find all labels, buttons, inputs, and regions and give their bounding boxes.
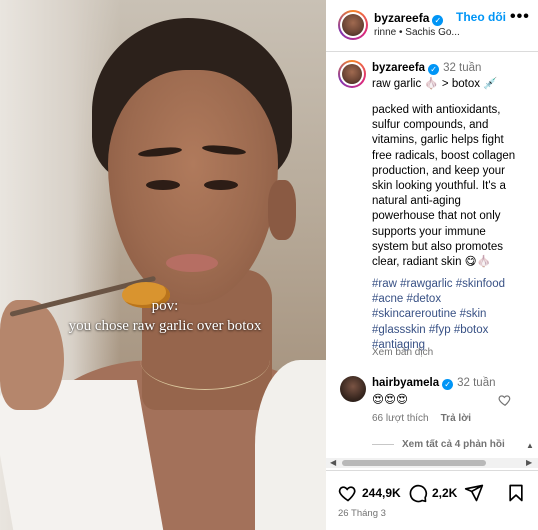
caption-time: 32 tuần — [443, 62, 482, 74]
more-options-icon[interactable]: ••• — [510, 8, 530, 26]
action-bar: 244,9K 2,2K 26 Tháng 3 — [326, 470, 538, 530]
post-header: byzareefa ✓ Theo dõi ••• rinne • Sachis G… — [326, 0, 538, 52]
audio-subtitle[interactable]: rinne • Sachis Go... — [374, 27, 474, 38]
translate-link[interactable]: Xem bản dịch — [372, 347, 433, 358]
video-caption-line-2: you chose raw garlic over botox — [68, 318, 262, 334]
horizontal-scrollbar[interactable]: ◀ ▶ — [326, 458, 538, 468]
hashtag-link[interactable]: #detox — [407, 293, 442, 305]
author-avatar[interactable] — [338, 10, 368, 40]
caption-description: packed with antioxidants, sulfur compoun… — [372, 104, 516, 269]
comment-likes[interactable]: 66 lượt thích — [372, 413, 429, 424]
send-icon — [464, 484, 484, 502]
ear-shape — [268, 180, 296, 240]
bookmark-icon — [509, 484, 523, 502]
likes-count[interactable]: 244,9K — [362, 486, 401, 500]
hashtag-link[interactable]: #glassskin — [372, 324, 426, 336]
comment-meta: 66 lượt thích Trả lời — [372, 413, 471, 424]
scroll-arrow-icon[interactable]: ▲ — [526, 441, 534, 450]
hashtag-link[interactable]: #skin — [460, 308, 487, 320]
scroll-left-icon[interactable]: ◀ — [330, 458, 336, 468]
view-replies-link[interactable]: Xem tất cả 4 phản hồi — [372, 439, 505, 450]
verified-icon: ✓ — [442, 379, 454, 390]
caption-title: raw garlic 🧄 > botox 💉 — [372, 78, 498, 90]
comment-button[interactable]: 2,2K — [408, 483, 457, 503]
like-button[interactable]: 244,9K — [338, 483, 401, 503]
lips — [166, 254, 218, 272]
hashtag-link[interactable]: #fyp — [429, 324, 451, 336]
necklace — [140, 330, 270, 390]
comments-area[interactable]: byzareefa ✓ 32 tuần raw garlic 🧄 > botox 💉… — [326, 53, 538, 458]
follow-button[interactable]: Theo dõi — [456, 10, 506, 24]
caption-avatar[interactable] — [338, 60, 366, 88]
verified-icon: ✓ — [432, 15, 444, 26]
commenter-name[interactable]: hairbyamela ✓ 32 tuần — [372, 377, 496, 390]
hashtag-link[interactable]: #rawgarlic — [400, 278, 452, 290]
caption-author[interactable]: byzareefa ✓ 32 tuần — [372, 62, 481, 75]
right-eye — [204, 180, 238, 190]
scrollbar-thumb[interactable] — [342, 460, 486, 466]
author-name[interactable]: byzareefa ✓ — [374, 11, 444, 26]
video-caption-line-1: pov: — [151, 298, 179, 314]
hashtag-link[interactable]: #botox — [454, 324, 489, 336]
hashtag-link[interactable]: #acne — [372, 293, 403, 305]
post-date[interactable]: 26 Tháng 3 — [338, 508, 386, 519]
share-button[interactable] — [464, 483, 484, 503]
heart-icon — [338, 486, 356, 502]
scroll-right-icon[interactable]: ▶ — [526, 458, 532, 468]
verified-icon: ✓ — [428, 64, 440, 75]
save-button[interactable] — [506, 483, 526, 503]
comment-like-icon[interactable] — [498, 393, 512, 407]
hashtag-link[interactable]: #skinfood — [456, 278, 505, 290]
caption-hashtags: #raw #rawgarlic #skinfood #acne #detox #… — [372, 277, 522, 353]
comment-icon — [409, 484, 428, 503]
comment-time: 32 tuần — [457, 377, 496, 389]
comment-text: 😍😍😍 — [372, 394, 408, 406]
reply-button[interactable]: Trả lời — [441, 413, 471, 424]
post-panel: byzareefa ✓ Theo dõi ••• rinne • Sachis G… — [326, 0, 538, 530]
commenter-avatar[interactable] — [340, 376, 366, 402]
post-media[interactable]: pov: you chose raw garlic over botox — [0, 0, 326, 530]
hashtag-link[interactable]: #skincareroutine — [372, 308, 456, 320]
hashtag-link[interactable]: #raw — [372, 278, 397, 290]
comments-count: 2,2K — [432, 486, 458, 500]
left-eye — [146, 180, 180, 190]
